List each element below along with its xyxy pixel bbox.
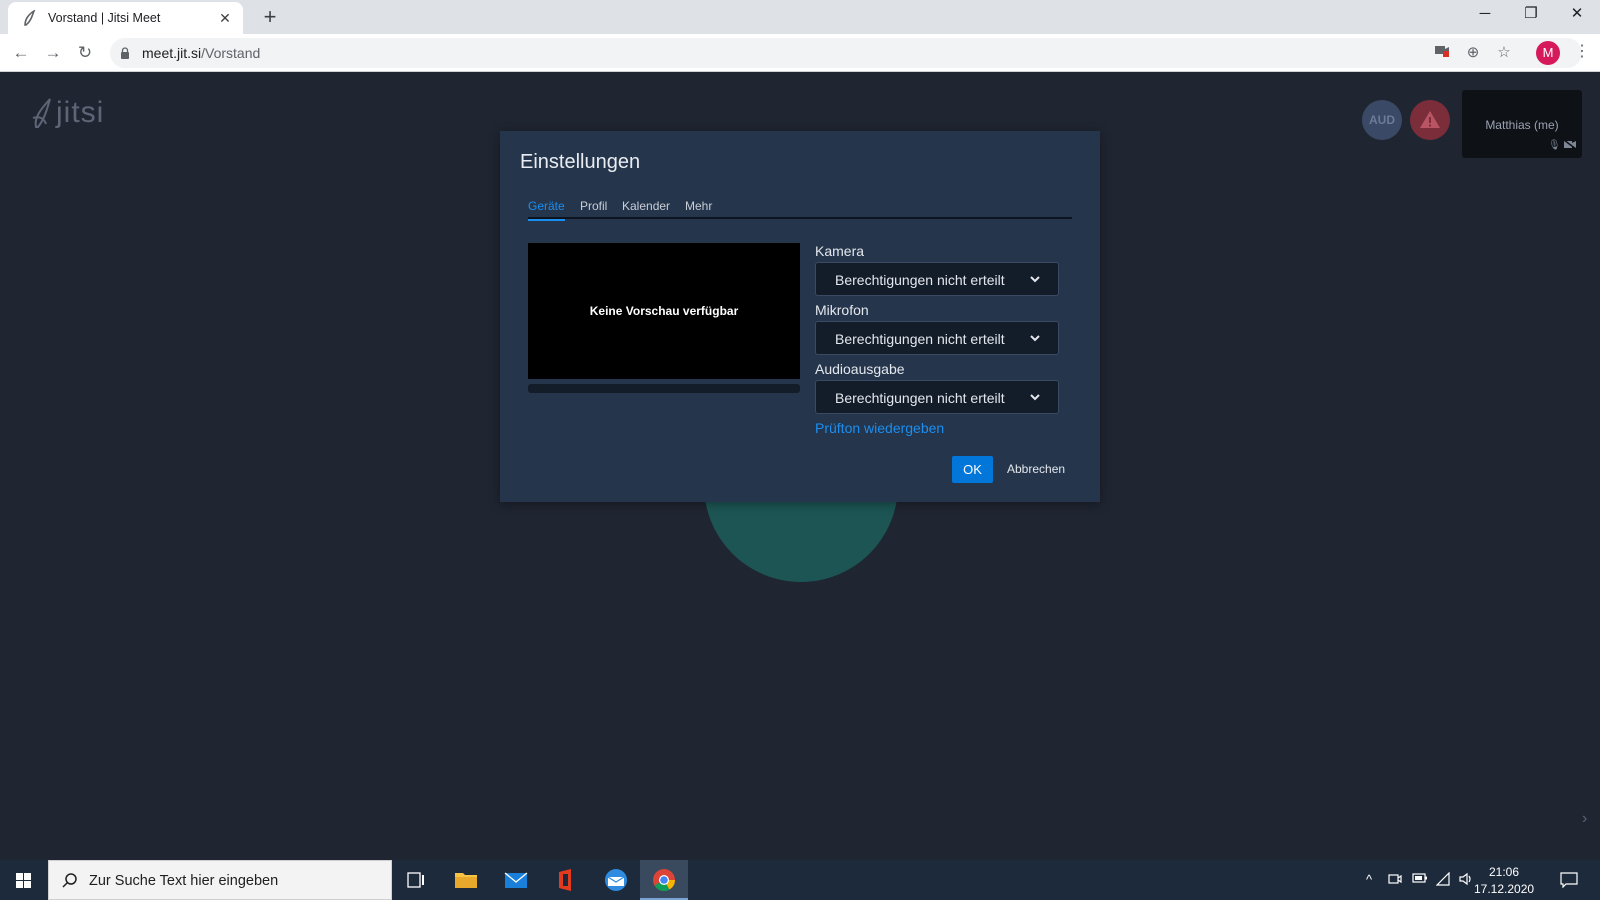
tab-close-icon[interactable]: ✕ — [217, 10, 233, 27]
office-icon[interactable] — [542, 860, 590, 900]
tab-profile[interactable]: Profil — [580, 199, 607, 219]
dialog-title: Einstellungen — [520, 151, 641, 173]
file-explorer-icon[interactable] — [442, 860, 490, 900]
cancel-button[interactable]: Abbrechen — [1007, 462, 1065, 476]
jitsi-favicon-icon — [22, 9, 38, 26]
restore-button[interactable]: ❐ — [1508, 0, 1554, 30]
microphone-select-value: Berechtigungen nicht erteilt — [835, 331, 1005, 347]
settings-tabs: Geräte Profil Kalender Mehr — [528, 199, 1072, 221]
jitsi-logo-icon — [32, 98, 51, 128]
tab-calendar[interactable]: Kalender — [622, 199, 670, 219]
audio-level-meter — [528, 384, 800, 393]
settings-dialog: Einstellungen Geräte Profil Kalender Meh… — [500, 131, 1100, 502]
outlook-icon[interactable] — [592, 860, 640, 900]
chrome-icon[interactable] — [640, 860, 688, 900]
address-bar[interactable]: meet.jit.si/Vorstand — [110, 38, 1582, 68]
filmstrip-toggle-icon[interactable]: › — [1582, 810, 1587, 828]
search-placeholder: Zur Suche Text hier eingeben — [89, 873, 279, 889]
browser-menu-icon[interactable]: ⋮ — [1574, 42, 1590, 62]
battery-icon[interactable] — [1412, 872, 1428, 887]
window-close-button[interactable]: ✕ — [1554, 0, 1600, 30]
back-arrow-icon[interactable]: ← — [8, 40, 34, 66]
camera-select[interactable]: Berechtigungen nicht erteilt — [815, 262, 1059, 296]
browser-tab-bar: Vorstand | Jitsi Meet ✕ + ─ ❐ ✕ — [0, 0, 1600, 34]
self-video-thumbnail[interactable]: Matthias (me) 🎙 — [1462, 90, 1582, 158]
microphone-label: Mikrofon — [815, 302, 869, 318]
browser-toolbar: ← → ↻ meet.jit.si/Vorstand ⊕ ☆ M ⋮ — [0, 34, 1600, 72]
bookmark-star-icon[interactable]: ☆ — [1494, 43, 1514, 63]
jitsi-logo[interactable]: jitsi — [30, 96, 104, 130]
jitsi-logo-text: jitsi — [56, 96, 105, 129]
microphone-select[interactable]: Berechtigungen nicht erteilt — [815, 321, 1059, 355]
browser-tab-active[interactable]: Vorstand | Jitsi Meet ✕ — [8, 2, 243, 34]
windows-taskbar: Zur Suche Text hier eingeben ^ 21:06 17.… — [0, 860, 1600, 900]
chevron-down-icon — [1030, 394, 1040, 401]
connection-warning-icon[interactable] — [1410, 100, 1450, 140]
reload-icon[interactable]: ↻ — [72, 40, 98, 66]
tab-devices[interactable]: Geräte — [528, 199, 565, 221]
audio-output-label: Audioausgabe — [815, 361, 905, 377]
clock-date: 17.12.2020 — [1474, 882, 1535, 896]
audio-output-select[interactable]: Berechtigungen nicht erteilt — [815, 380, 1059, 414]
wifi-icon[interactable] — [1435, 871, 1452, 889]
profile-avatar[interactable]: M — [1536, 41, 1560, 65]
forward-arrow-icon[interactable]: → — [40, 40, 66, 66]
mail-icon[interactable] — [492, 860, 540, 900]
ok-button[interactable]: OK — [952, 456, 993, 483]
chevron-down-icon — [1030, 335, 1040, 342]
notification-center-icon[interactable] — [1560, 872, 1578, 891]
task-view-icon[interactable] — [392, 860, 440, 900]
tab-title: Vorstand | Jitsi Meet — [48, 11, 161, 25]
audio-output-select-value: Berechtigungen nicht erteilt — [835, 390, 1005, 406]
audio-indicator-badge: AUD — [1362, 100, 1402, 140]
windows-start-icon[interactable] — [0, 860, 48, 900]
meet-now-icon[interactable] — [1388, 872, 1402, 889]
clock-time: 21:06 — [1488, 865, 1520, 879]
search-icon — [61, 872, 79, 890]
camera-select-value: Berechtigungen nicht erteilt — [835, 272, 1005, 288]
lock-icon — [120, 46, 130, 59]
camera-label: Kamera — [815, 243, 865, 259]
url-host: meet.jit.si — [142, 45, 202, 61]
video-preview: Keine Vorschau verfügbar — [528, 243, 800, 379]
self-participant-name: Matthias (me) — [1485, 118, 1559, 132]
minimize-button[interactable]: ─ — [1462, 0, 1508, 30]
tab-more[interactable]: Mehr — [685, 199, 712, 219]
url-text: meet.jit.si/Vorstand — [142, 45, 260, 61]
preview-unavailable-message: Keine Vorschau verfügbar — [589, 304, 739, 318]
video-muted-icon — [1563, 139, 1577, 152]
system-clock[interactable]: 21:06 17.12.2020 — [1474, 864, 1534, 898]
chevron-down-icon — [1030, 276, 1040, 283]
volume-icon[interactable] — [1458, 872, 1474, 889]
play-test-sound-link[interactable]: Prüfton wiedergeben — [815, 420, 944, 436]
new-tab-button[interactable]: + — [258, 4, 282, 30]
taskbar-search-box[interactable]: Zur Suche Text hier eingeben — [48, 860, 392, 900]
mic-muted-icon: 🎙 — [1548, 140, 1561, 151]
url-path: /Vorstand — [201, 45, 261, 61]
install-app-icon[interactable]: ⊕ — [1463, 43, 1483, 63]
camera-blocked-icon[interactable] — [1432, 43, 1452, 63]
show-hidden-icons-icon[interactable]: ^ — [1366, 872, 1372, 887]
